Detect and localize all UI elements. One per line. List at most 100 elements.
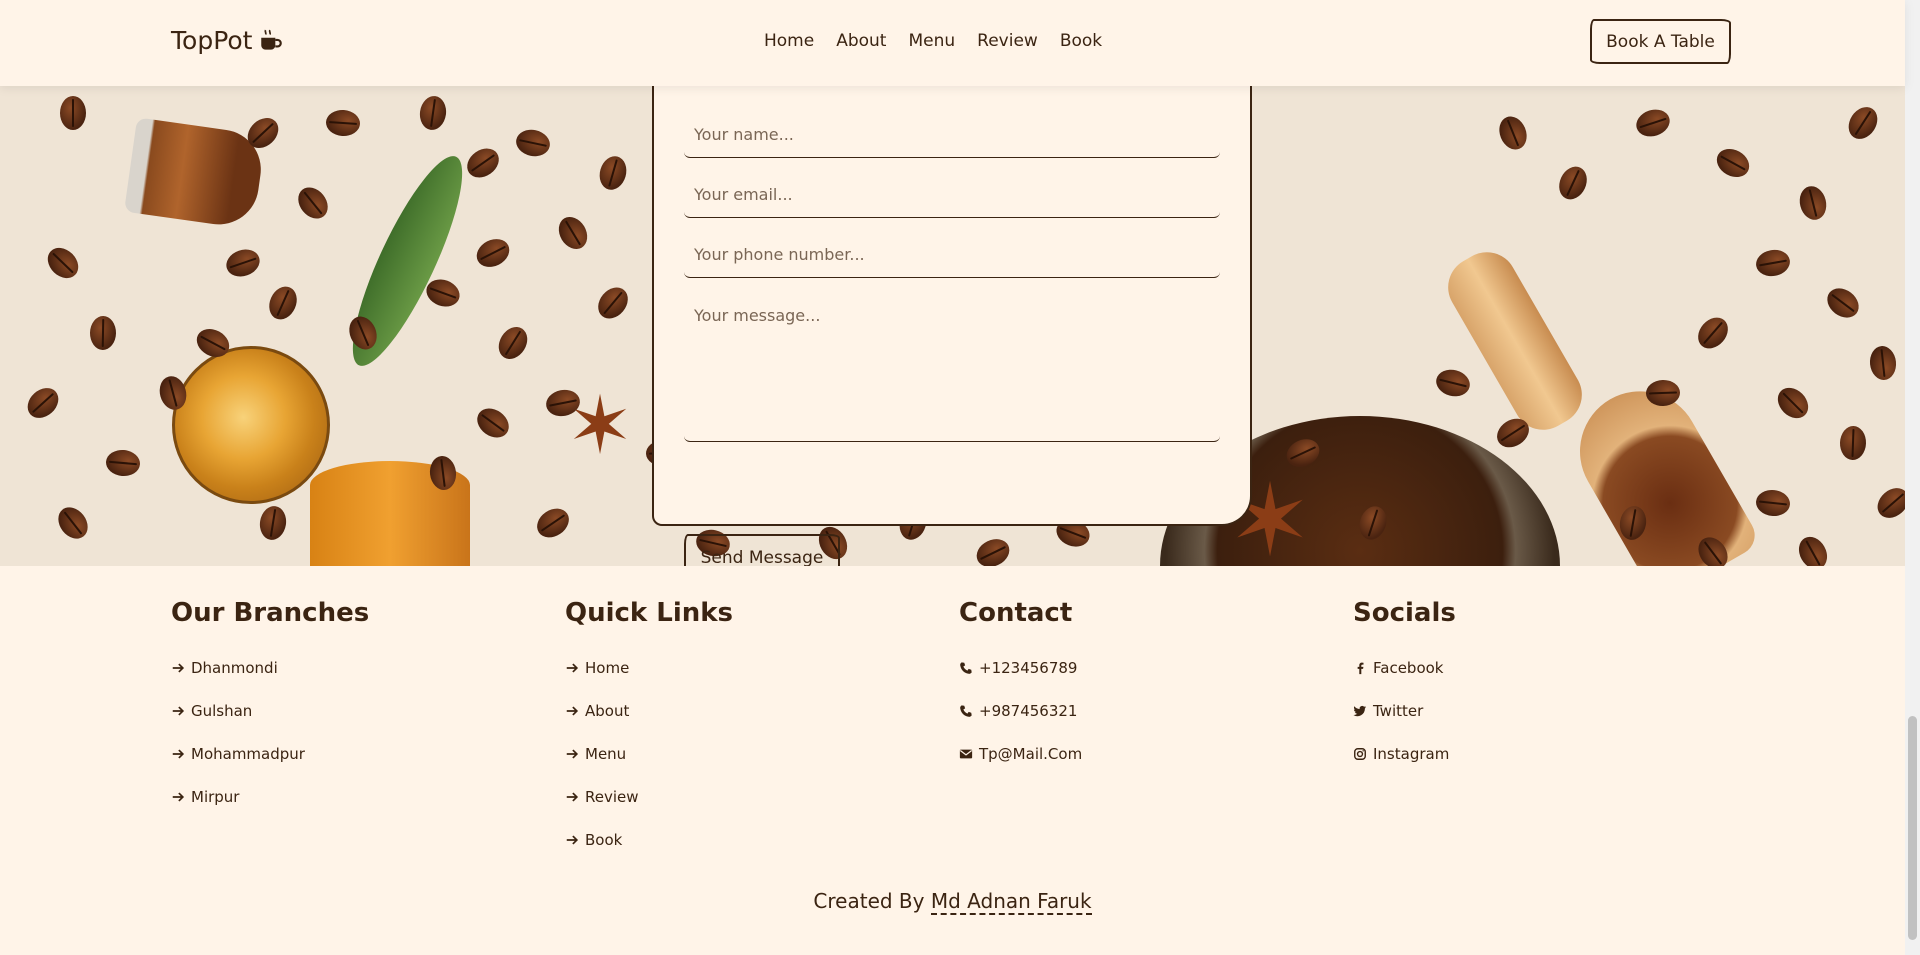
coffee-bean-image [553,211,593,255]
coffee-bean-image [264,282,302,324]
contact-column: Contact +123456789 +987456321 Tp@Mail.Com [959,598,1082,775]
page-scrollbar[interactable] [1905,0,1920,955]
scrollbar-thumb[interactable] [1908,716,1917,940]
logo-text: TopPot [171,26,253,55]
quick-link-about[interactable]: About [565,689,733,732]
coffee-bean-image [972,533,1014,566]
arrow-right-icon [566,705,579,716]
coffee-bean-image [1842,101,1884,145]
arrow-right-icon [566,791,579,802]
arrow-right-icon [172,662,185,673]
book-a-table-button[interactable]: Book A Table [1590,19,1731,64]
twitter-icon [1353,705,1367,716]
coffee-bean-image [1433,366,1473,400]
branch-link-dhanmondi[interactable]: Dhanmondi [171,646,369,689]
phone-icon [960,704,972,717]
author-link[interactable]: Md Adnan Faruk [930,889,1092,915]
quick-link-home-label: Home [585,658,630,677]
name-input[interactable] [684,112,1220,158]
social-link-instagram[interactable]: Instagram [1353,732,1456,775]
nav-home[interactable]: Home [764,31,814,51]
coffee-bean-image [1554,162,1592,204]
social-link-twitter[interactable]: Twitter [1353,689,1456,732]
coffee-bean-image [513,126,553,160]
quick-link-book-label: Book [585,830,623,849]
coffee-bean-image [1821,282,1865,324]
socials-title: Socials [1353,598,1456,628]
coffee-bean-image [531,502,575,544]
coffee-bean-image [471,402,515,444]
coffee-bean-image [1868,344,1898,382]
nav-menu[interactable]: Menu [908,31,955,51]
coffee-bean-image [595,153,631,193]
quick-link-book[interactable]: Book [565,818,733,861]
gold-capsule-image [172,346,330,504]
contact-section: ✶ ✶ Send Message [0,86,1905,566]
coffee-bean-image [492,321,534,365]
coffee-bean-image [52,501,94,545]
coffee-bean-image [1796,183,1830,223]
arrow-right-icon [172,748,185,759]
nav-about[interactable]: About [836,31,886,51]
social-link-instagram-label: Instagram [1373,744,1450,763]
branch-link-gulshan[interactable]: Gulshan [171,689,369,732]
quick-link-review[interactable]: Review [565,775,733,818]
coffee-bean-image [1754,488,1792,518]
coffee-bean-image [222,245,264,281]
quick-link-review-label: Review [585,787,639,806]
credit-line: Created By Md Adnan Faruk [0,889,1905,915]
coffee-bean-image [1871,482,1905,524]
arrow-right-icon [566,748,579,759]
phone-input[interactable] [684,232,1220,278]
quick-link-menu[interactable]: Menu [565,732,733,775]
coffee-capsule-image [124,117,266,230]
contact-link-2-label: Tp@Mail.Com [979,744,1083,763]
arrow-right-icon [566,662,579,673]
contact-link-2[interactable]: Tp@Mail.Com [959,732,1082,775]
coffee-bean-image [1494,112,1532,154]
contact-link-1[interactable]: +987456321 [959,689,1082,732]
contact-link-0[interactable]: +123456789 [959,646,1082,689]
contact-link-1-label: +987456321 [979,701,1078,720]
phone-icon [960,661,972,674]
coffee-bean-image [461,142,505,184]
branch-link-gulshan-label: Gulshan [191,701,253,720]
coffee-bean-image [592,281,634,325]
nav-book[interactable]: Book [1060,31,1102,51]
arrow-right-icon [172,705,185,716]
contact-title: Contact [959,598,1073,628]
branch-link-mohammadpur[interactable]: Mohammadpur [171,732,369,775]
coffee-bean-image [1754,247,1792,279]
email-input[interactable] [684,172,1220,218]
social-link-facebook-label: Facebook [1373,658,1444,677]
send-message-button[interactable]: Send Message [684,534,840,566]
branches-title: Our Branches [171,598,370,628]
quick-link-home[interactable]: Home [565,646,733,689]
quick-links-column: Quick Links Home About Menu Review Book [565,598,733,861]
coffee-bean-image [104,448,142,478]
coffee-bean-image [21,381,65,425]
arrow-right-icon [172,791,185,802]
coffee-bean-image [1793,531,1833,566]
branch-link-mohammadpur-label: Mohammadpur [191,744,305,763]
coffee-bean-image [1839,425,1867,461]
nav-review[interactable]: Review [977,31,1038,51]
coffee-bean-image [1771,381,1815,425]
contact-link-0-label: +123456789 [979,658,1078,677]
coffee-bean-image [325,108,361,138]
coffee-bean-image [60,96,86,130]
facebook-icon [1357,662,1364,674]
socials-column: Socials Facebook Twitter Instagram [1353,598,1456,775]
quick-links-title: Quick Links [565,598,734,628]
branches-column: Our Branches Dhanmondi Gulshan Mohammadpur… [171,598,369,818]
message-textarea[interactable] [684,292,1220,442]
arrow-right-icon [566,834,579,845]
credit-prefix: Created By [813,889,925,913]
social-link-facebook[interactable]: Facebook [1353,646,1456,689]
branch-link-mirpur[interactable]: Mirpur [171,775,369,818]
coffee-bean-image [1692,311,1734,355]
main-nav: Home About Menu Review Book [764,31,1102,51]
logo[interactable]: TopPot [171,26,284,55]
coffee-bean-image [471,233,515,273]
branch-link-dhanmondi-label: Dhanmondi [191,658,278,677]
